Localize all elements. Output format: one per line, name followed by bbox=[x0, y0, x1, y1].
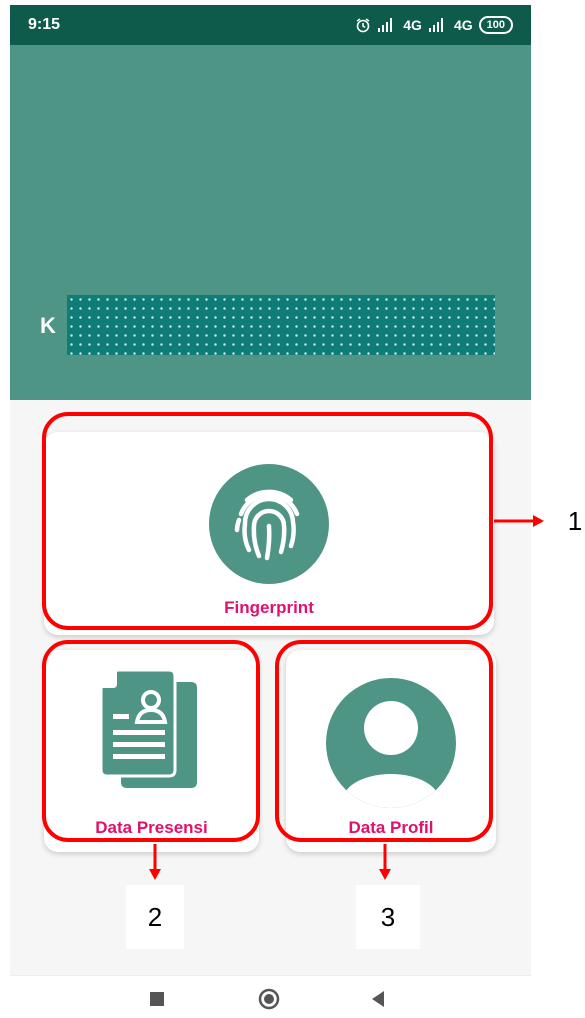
square-icon[interactable] bbox=[150, 992, 164, 1006]
network-label: 4G bbox=[403, 17, 422, 33]
alarm-icon bbox=[356, 18, 370, 33]
annotation-1: 1 bbox=[565, 506, 585, 537]
status-time: 9:15 bbox=[28, 16, 61, 33]
user-name: K bbox=[40, 313, 56, 338]
annotation-2: 2 bbox=[126, 885, 184, 949]
header: K bbox=[10, 45, 531, 400]
back-icon[interactable] bbox=[370, 990, 386, 1008]
battery-level: 100 bbox=[486, 19, 505, 31]
phone-screen: 9:15 4G 4G 100 K Fingerprint Data Presen… bbox=[10, 0, 531, 1018]
network-label-2: 4G bbox=[453, 17, 473, 33]
signal-icon bbox=[378, 18, 393, 32]
navigation-bar bbox=[10, 975, 531, 1018]
status-bar: 9:15 4G 4G 100 bbox=[10, 5, 531, 45]
redacted-name bbox=[67, 295, 495, 355]
signal-icon bbox=[428, 18, 443, 32]
highlight-presensi bbox=[42, 640, 260, 842]
highlight-profil bbox=[275, 640, 493, 842]
status-icons: 4G 4G 100 bbox=[355, 16, 513, 34]
circle-icon[interactable] bbox=[258, 988, 280, 1010]
highlight-fingerprint bbox=[42, 412, 493, 630]
annotation-3: 3 bbox=[356, 885, 420, 949]
battery-icon: 100 bbox=[478, 16, 513, 34]
